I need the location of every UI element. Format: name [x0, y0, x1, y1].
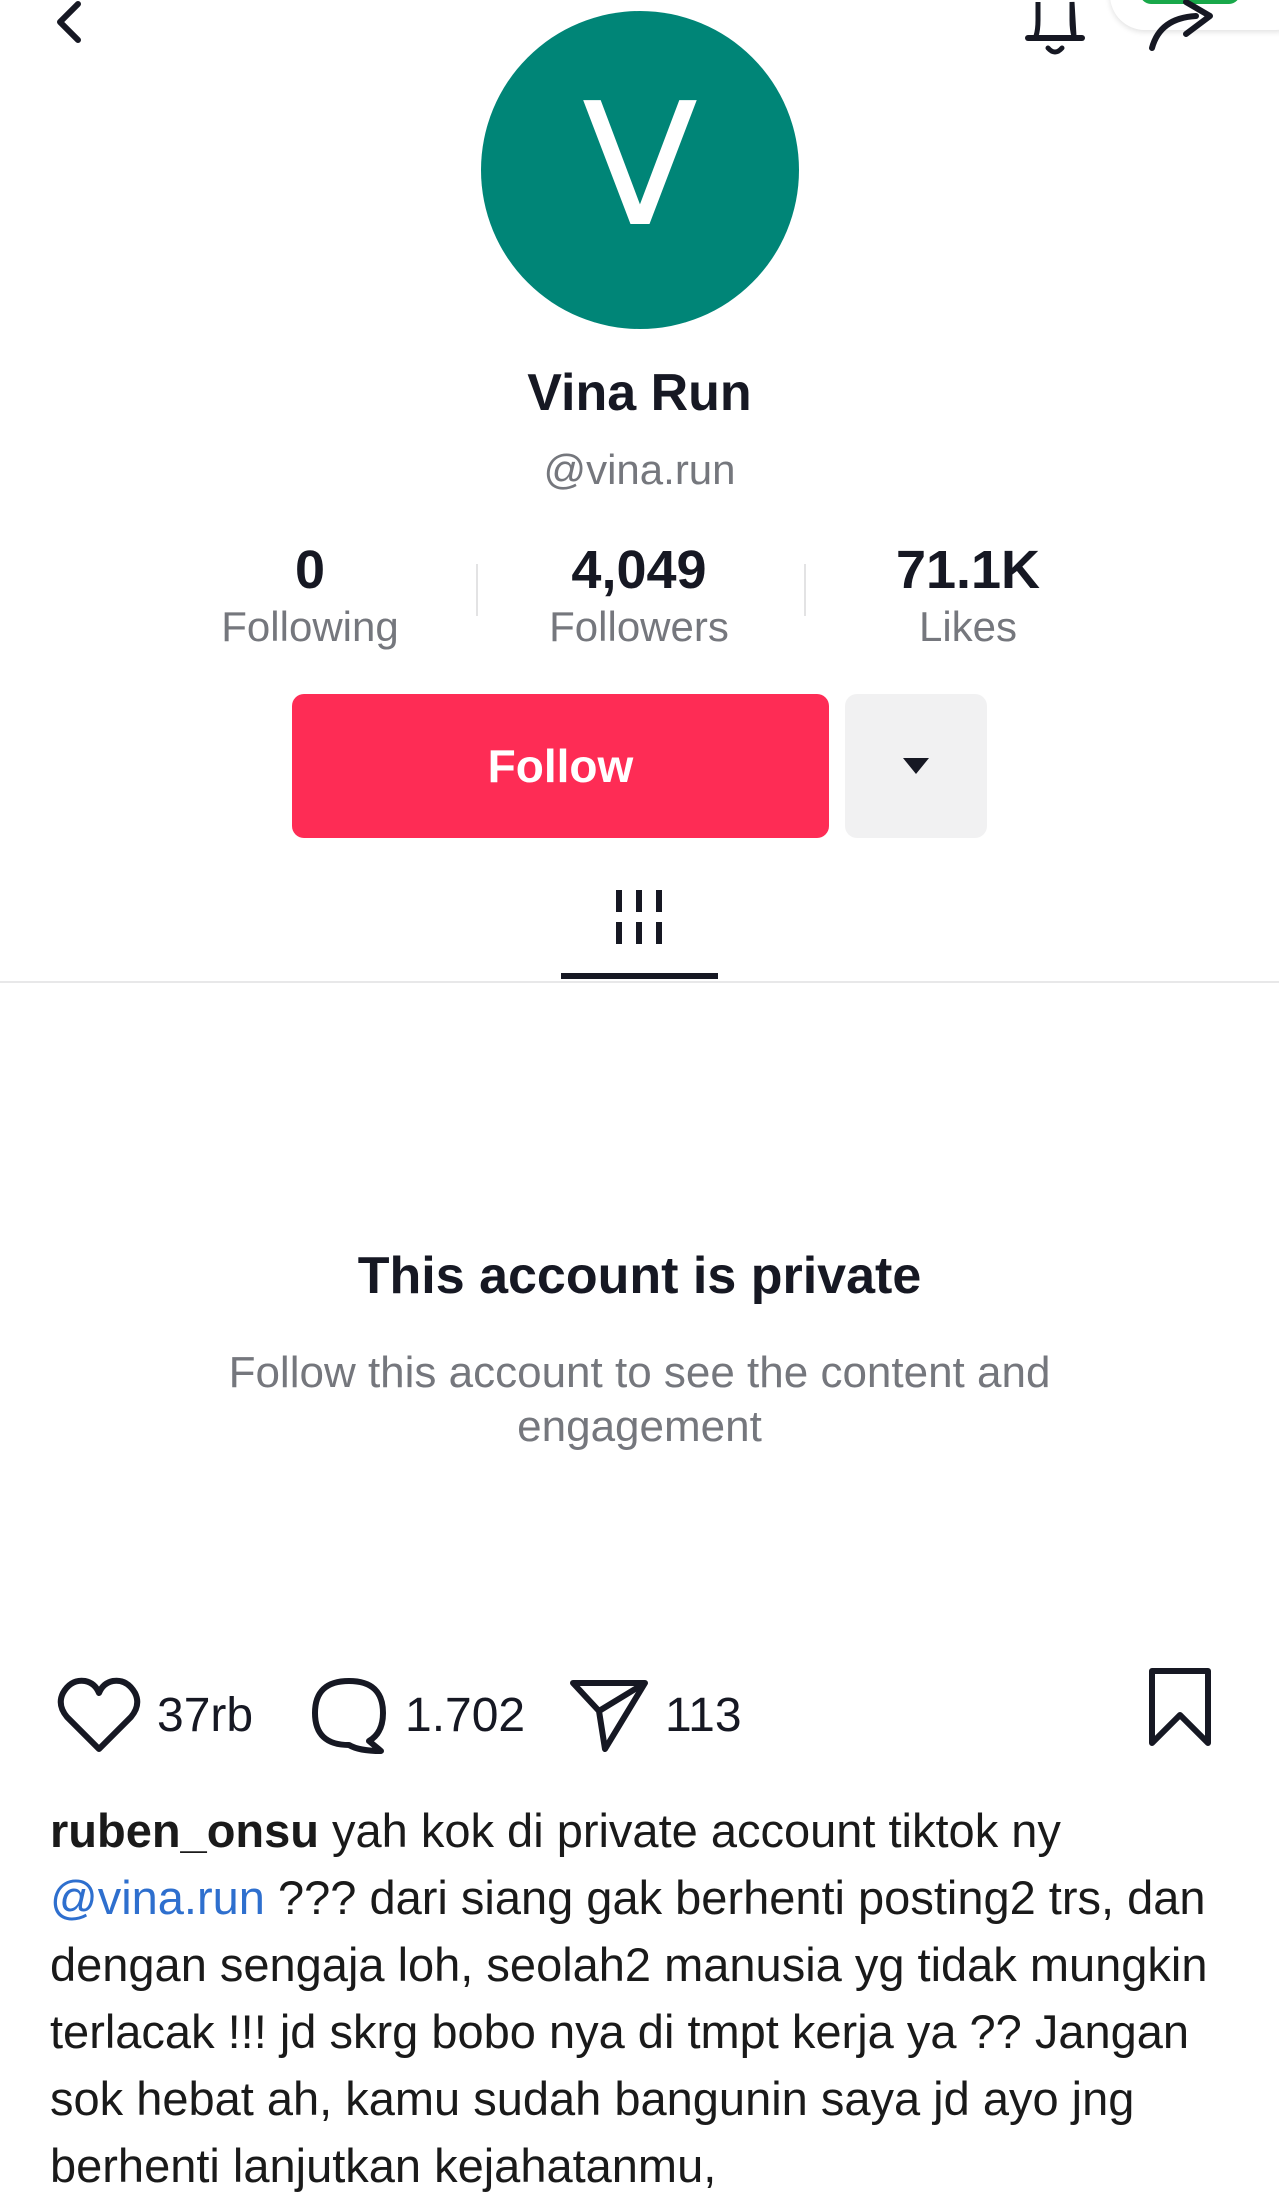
suggested-accounts-button[interactable] [845, 694, 987, 838]
dropdown-icon [903, 758, 929, 774]
stat-likes: 71.1K Likes [808, 538, 1128, 652]
back-icon[interactable] [48, 0, 96, 48]
username: @vina.run [543, 446, 736, 493]
followers-count: 4,049 [571, 540, 707, 600]
tab-indicator [561, 973, 718, 979]
caption-username[interactable]: ruben_onsu [50, 1804, 319, 1857]
tab-divider [0, 981, 1279, 983]
post-shares-count: 113 [665, 1689, 742, 1742]
stat-followers[interactable]: 4,049 Followers [479, 538, 799, 652]
follow-button[interactable]: Follow [292, 694, 829, 838]
private-description: Follow this account to see the content a… [228, 1348, 1051, 1451]
grid-icon[interactable] [610, 888, 668, 946]
comment-icon[interactable] [307, 1675, 391, 1755]
heart-icon[interactable] [55, 1675, 143, 1755]
following-count: 0 [294, 540, 326, 600]
followers-label: Followers [549, 603, 729, 650]
post-likes-count: 37rb [157, 1689, 254, 1742]
bookmark-icon[interactable] [1146, 1665, 1214, 1749]
stat-divider [476, 564, 478, 616]
caption-text: yah kok di private account tiktok ny [318, 1804, 1061, 1857]
share-icon[interactable] [1140, 0, 1230, 55]
likes-label: Likes [918, 603, 1018, 650]
stat-following[interactable]: 0 Following [150, 538, 470, 652]
post-caption: ruben_onsu yah kok di private account ti… [50, 1797, 1240, 2199]
caption-mention[interactable]: @vina.run [50, 1871, 265, 1924]
avatar: V [481, 11, 799, 329]
private-title: This account is private [357, 1247, 922, 1305]
bell-icon[interactable] [1020, 0, 1090, 60]
avatar-letter: V [581, 67, 699, 265]
post-comments-count: 1.702 [405, 1689, 526, 1742]
send-icon[interactable] [567, 1675, 651, 1755]
likes-count: 71.1K [895, 540, 1041, 600]
stat-divider [804, 564, 806, 616]
following-label: Following [221, 603, 399, 650]
display-name: Vina Run [527, 364, 752, 422]
